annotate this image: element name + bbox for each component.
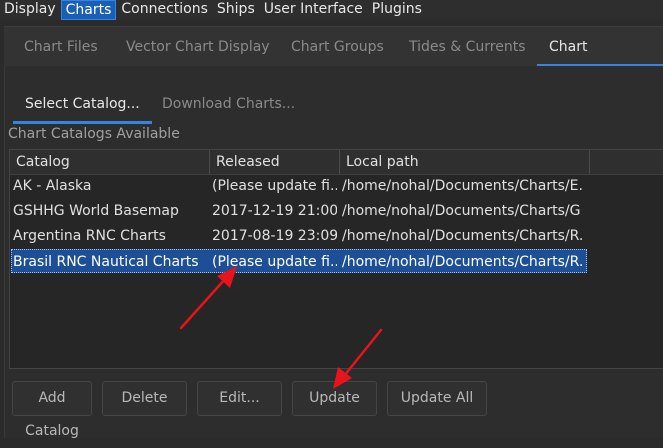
subtab-download-charts[interactable]: Download Charts... [162, 84, 295, 124]
menu-charts[interactable]: Charts [60, 0, 117, 20]
add-catalog-button[interactable]: Add Catalog [12, 381, 92, 439]
tab-vector-chart-display[interactable]: Vector Chart Display [126, 27, 270, 67]
cell-catalog: AK - Alaska [13, 178, 92, 194]
column-header-local-path[interactable]: Local path [340, 150, 590, 174]
table-row[interactable]: GSHHG World Basemap 2017-12-19 21:00 /ho… [11, 199, 587, 223]
table-row-selected[interactable]: Brasil RNC Nautical Charts (Please updat… [11, 249, 587, 273]
table-row[interactable]: AK - Alaska (Please update fi... /home/n… [11, 174, 587, 198]
catalog-list[interactable]: Catalog Released Local path AK - Alaska … [9, 149, 663, 369]
cell-catalog: Argentina RNC Charts [13, 228, 166, 244]
active-subtab-indicator [13, 121, 152, 124]
subtab-select-catalog[interactable]: Select Catalog... [13, 84, 152, 124]
cell-released: 2017-08-19 23:09 [212, 228, 337, 244]
edit-button[interactable]: Edit... [197, 381, 282, 416]
catalogs-label: Chart Catalogs Available [8, 126, 180, 142]
catalog-list-header: Catalog Released Local path [10, 150, 663, 175]
top-tab-bar: Chart Files Vector Chart Display Chart G… [4, 26, 663, 95]
cell-local-path: /home/nohal/Documents/Charts/R... [342, 254, 582, 270]
table-row[interactable]: Argentina RNC Charts 2017-08-19 23:09 /h… [11, 224, 587, 248]
menu-plugins[interactable]: Plugins [368, 0, 426, 20]
cell-local-path: /home/nohal/Documents/Charts/G... [342, 203, 582, 219]
delete-button[interactable]: Delete [102, 381, 187, 416]
cell-catalog: GSHHG World Basemap [13, 203, 179, 219]
column-header-released[interactable]: Released [210, 150, 340, 174]
menu-display[interactable]: Display [0, 0, 60, 20]
subtab-select-catalog-label: Select Catalog... [25, 96, 140, 112]
tab-chart-downloader[interactable]: Chart Downloader [537, 27, 663, 95]
cell-catalog: Brasil RNC Nautical Charts [13, 254, 199, 270]
sub-tab-bar: Select Catalog... Download Charts... [4, 84, 663, 124]
tab-tides-currents[interactable]: Tides & Currents [409, 27, 526, 67]
tab-chart-groups[interactable]: Chart Groups [291, 27, 384, 67]
tab-chart-files[interactable]: Chart Files [24, 27, 98, 67]
update-all-button[interactable]: Update All [387, 381, 487, 416]
cell-local-path: /home/nohal/Documents/Charts/R... [342, 228, 582, 244]
cell-released: (Please update fi... [212, 178, 337, 194]
menu-bar: Display Charts Connections Ships User In… [0, 0, 663, 20]
cell-released: 2017-12-19 21:00 [212, 203, 337, 219]
cell-released: (Please update fi... [212, 254, 337, 270]
cell-local-path: /home/nohal/Documents/Charts/E... [342, 178, 582, 194]
menu-user-interface[interactable]: User Interface [260, 0, 367, 20]
menu-ships[interactable]: Ships [213, 0, 259, 20]
update-button[interactable]: Update [292, 381, 377, 416]
menu-connections[interactable]: Connections [117, 0, 212, 20]
column-header-catalog[interactable]: Catalog [10, 150, 210, 174]
